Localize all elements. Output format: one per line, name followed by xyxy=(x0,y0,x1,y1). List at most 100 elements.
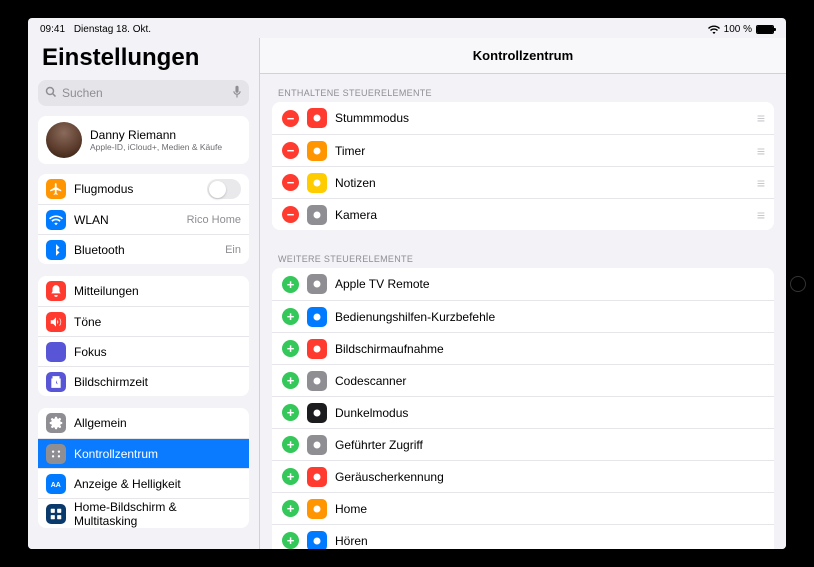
control-label: Dunkelmodus xyxy=(335,406,764,420)
sidebar-item-mitteilungen[interactable]: Mitteilungen xyxy=(38,276,249,306)
sidebar-item-wlan[interactable]: WLAN Rico Home xyxy=(38,204,249,234)
sidebar-item-home-bildschirm-multitasking[interactable]: Home-Bildschirm & Multitasking xyxy=(38,498,249,528)
control-label: Geführter Zugriff xyxy=(335,438,764,452)
sidebar-group-general: Allgemein Kontrollzentrum AA Anzeige & Hell… xyxy=(38,408,249,528)
control-icon xyxy=(307,531,327,550)
control-row: +Hören xyxy=(272,524,774,549)
control-icon xyxy=(307,371,327,391)
settings-icon xyxy=(46,240,66,260)
control-label: Kamera xyxy=(335,208,749,222)
wifi-icon xyxy=(708,25,720,34)
add-button[interactable]: + xyxy=(282,340,299,357)
sidebar-item-label: Kontrollzentrum xyxy=(74,447,241,461)
sidebar: Einstellungen Danny R xyxy=(28,38,260,549)
sidebar-item-label: Anzeige & Helligkeit xyxy=(74,477,241,491)
control-icon xyxy=(307,108,327,128)
drag-handle[interactable]: ≡ xyxy=(757,207,764,223)
control-label: Bildschirmaufnahme xyxy=(335,342,764,356)
included-controls: − Stummmodus ≡ − Timer ≡ − Notizen ≡ − Kamera ≡ xyxy=(272,102,774,230)
add-button[interactable]: + xyxy=(282,308,299,325)
remove-button[interactable]: − xyxy=(282,110,299,127)
sidebar-item-label: Bluetooth xyxy=(74,243,217,257)
home-button[interactable] xyxy=(790,276,806,292)
control-icon xyxy=(307,205,327,225)
control-icon xyxy=(307,403,327,423)
sidebar-item-label: Fokus xyxy=(74,345,241,359)
settings-icon xyxy=(46,281,66,301)
sidebar-item-value: Ein xyxy=(225,244,241,256)
control-row: + Home xyxy=(272,492,774,524)
status-bar: 09:41 Dienstag 18. Okt. 100 % xyxy=(28,18,786,38)
control-icon xyxy=(307,435,327,455)
mic-icon[interactable] xyxy=(232,85,242,102)
more-controls: + Apple TV Remote + Bedienungshilfen-Kurzbe… xyxy=(272,268,774,549)
sidebar-item-flugmodus[interactable]: Flugmodus xyxy=(38,174,249,204)
settings-icon xyxy=(46,444,66,464)
add-button[interactable]: + xyxy=(282,372,299,389)
control-label: Home xyxy=(335,502,764,516)
sidebar-item-bluetooth[interactable]: Bluetooth Ein xyxy=(38,234,249,264)
settings-icon xyxy=(46,372,66,392)
control-row: + Dunkelmodus xyxy=(272,396,774,428)
control-row: − Stummmodus ≡ xyxy=(272,102,774,134)
account-sub: Apple-ID, iCloud+, Medien & Käufe xyxy=(90,142,222,152)
control-icon xyxy=(307,339,327,359)
search-icon xyxy=(45,86,57,101)
svg-text:AA: AA xyxy=(51,481,61,488)
control-label: Apple TV Remote xyxy=(335,277,764,291)
settings-icon xyxy=(46,504,66,524)
control-row: − Timer ≡ xyxy=(272,134,774,166)
drag-handle[interactable]: ≡ xyxy=(757,175,764,191)
sidebar-item-bildschirmzeit[interactable]: Bildschirmzeit xyxy=(38,366,249,396)
settings-icon xyxy=(46,312,66,332)
remove-button[interactable]: − xyxy=(282,174,299,191)
control-row: +Codescanner xyxy=(272,364,774,396)
control-row: + Bildschirmaufnahme xyxy=(272,332,774,364)
detail-title: Kontrollzentrum xyxy=(260,38,786,74)
sidebar-item-anzeige-helligkeit[interactable]: AA Anzeige & Helligkeit xyxy=(38,468,249,498)
sidebar-item-label: WLAN xyxy=(74,213,179,227)
control-row: − Kamera ≡ xyxy=(272,198,774,230)
control-label: Stummmodus xyxy=(335,111,749,125)
add-button[interactable]: + xyxy=(282,276,299,293)
sidebar-item-label: Flugmodus xyxy=(74,182,199,196)
sidebar-item-fokus[interactable]: Fokus xyxy=(38,336,249,366)
battery-text: 100 % xyxy=(724,24,752,35)
remove-button[interactable]: − xyxy=(282,206,299,223)
drag-handle[interactable]: ≡ xyxy=(757,110,764,126)
control-label: Bedienungshilfen-Kurzbefehle xyxy=(335,310,764,324)
control-row: + Bedienungshilfen-Kurzbefehle xyxy=(272,300,774,332)
control-icon xyxy=(307,307,327,327)
add-button[interactable]: + xyxy=(282,532,299,549)
control-label: Notizen xyxy=(335,176,749,190)
settings-icon xyxy=(46,179,66,199)
settings-icon xyxy=(46,210,66,230)
add-button[interactable]: + xyxy=(282,404,299,421)
control-icon xyxy=(307,173,327,193)
account-card[interactable]: Danny Riemann Apple-ID, iCloud+, Medien … xyxy=(38,116,249,164)
control-label: Timer xyxy=(335,144,749,158)
sidebar-group-notifications: Mitteilungen Töne Fokus Bildschirmzeit xyxy=(38,276,249,396)
remove-button[interactable]: − xyxy=(282,142,299,159)
battery-icon xyxy=(756,25,774,34)
add-button[interactable]: + xyxy=(282,468,299,485)
sidebar-item-label: Allgemein xyxy=(74,416,241,430)
sidebar-item-label: Mitteilungen xyxy=(74,284,241,298)
control-row: − Notizen ≡ xyxy=(272,166,774,198)
sidebar-item-t-ne[interactable]: Töne xyxy=(38,306,249,336)
control-row: + Geführter Zugriff xyxy=(272,428,774,460)
drag-handle[interactable]: ≡ xyxy=(757,143,764,159)
sidebar-item-allgemein[interactable]: Allgemein xyxy=(38,408,249,438)
included-header: Enthaltene Steuerelemente xyxy=(260,80,786,102)
toggle[interactable] xyxy=(207,179,241,199)
settings-icon: AA xyxy=(46,474,66,494)
add-button[interactable]: + xyxy=(282,500,299,517)
sidebar-item-kontrollzentrum[interactable]: Kontrollzentrum xyxy=(38,438,249,468)
sidebar-item-label: Home-Bildschirm & Multitasking xyxy=(74,500,241,528)
add-button[interactable]: + xyxy=(282,436,299,453)
sidebar-item-value: Rico Home xyxy=(187,214,241,226)
search-field[interactable] xyxy=(38,80,249,106)
status-date: Dienstag 18. Okt. xyxy=(74,24,151,35)
control-icon xyxy=(307,467,327,487)
search-input[interactable] xyxy=(62,86,227,100)
